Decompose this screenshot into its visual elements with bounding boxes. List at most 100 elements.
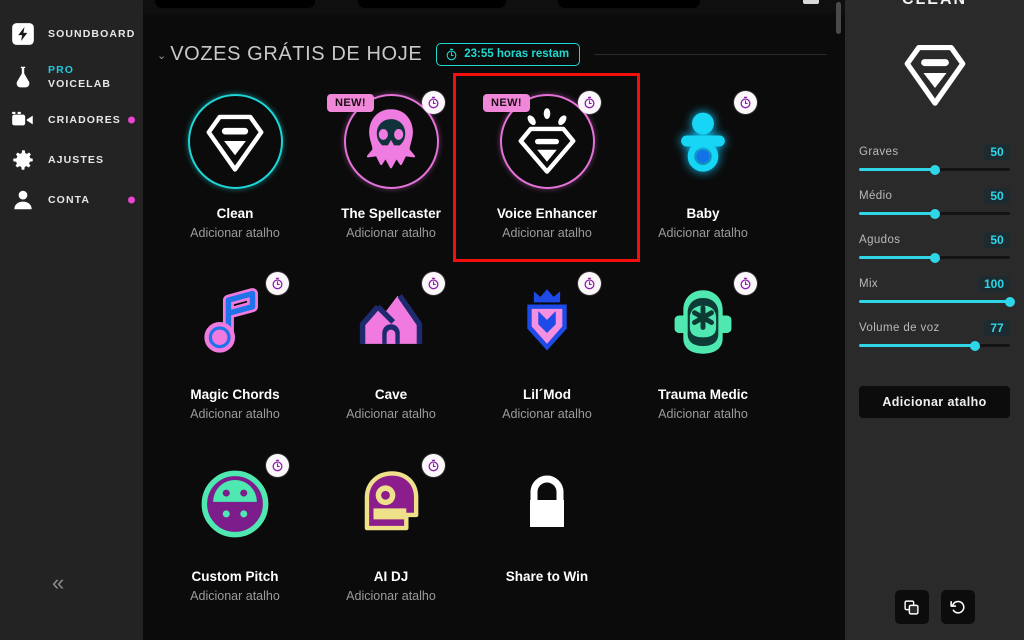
slider-label: Mix: [859, 278, 879, 290]
slider-knob[interactable]: [1005, 296, 1015, 307]
add-shortcut-button[interactable]: Adicionar atalho: [859, 386, 1010, 418]
timer-badge-icon[interactable]: [422, 91, 445, 114]
card-title: Trauma Medic: [657, 387, 749, 402]
slider-track[interactable]: [859, 296, 1015, 307]
sidebar-item-soundboard[interactable]: SOUNDBOARD: [0, 14, 143, 54]
sidebar-item-conta[interactable]: CONTA: [0, 180, 143, 220]
timer-badge-icon[interactable]: [578, 272, 601, 295]
slider-fill: [859, 256, 935, 259]
card-add-shortcut[interactable]: Adicionar atalho: [502, 407, 592, 421]
slider-knob[interactable]: [929, 164, 940, 175]
voice-card-baby[interactable]: Baby Adicionar atalho: [625, 78, 781, 259]
card-artwork: NEW!: [469, 78, 625, 204]
main-scrollbar[interactable]: [836, 0, 843, 640]
card-add-shortcut[interactable]: Adicionar atalho: [658, 407, 748, 421]
slider-value: 50: [984, 232, 1010, 248]
voice-card-voice-enhancer[interactable]: NEW! Voice Enhancer Adicionar atalho: [469, 78, 625, 259]
voice-settings-panel: CLEAN Graves 50 Médio: [845, 0, 1024, 640]
slider-label: Graves: [859, 146, 899, 158]
sidebar-item-label-pro: PRO VOICELAB: [48, 63, 111, 91]
voice-card-custom-pitch[interactable]: Custom Pitch Adicionar atalho: [157, 441, 313, 623]
stopwatch-icon: [428, 277, 439, 290]
voice-card-trauma-medic[interactable]: Trauma Medic Adicionar atalho: [625, 259, 781, 441]
card-add-shortcut[interactable]: Adicionar atalho: [190, 226, 280, 240]
card-title: Cave: [374, 387, 408, 402]
sidebar-collapse-button[interactable]: «: [52, 572, 64, 594]
card-add-shortcut[interactable]: Adicionar atalho: [502, 226, 592, 240]
card-add-shortcut[interactable]: Adicionar atalho: [190, 589, 280, 603]
voice-card-lil-mod[interactable]: Lil´Mod Adicionar atalho: [469, 259, 625, 441]
voice-card-clean[interactable]: Clean Adicionar atalho: [157, 78, 313, 259]
card-add-shortcut[interactable]: Adicionar atalho: [346, 589, 436, 603]
voice-card-share-to-win[interactable]: Share to Win: [469, 441, 625, 623]
new-badge: NEW!: [483, 94, 530, 112]
voice-card-the-spellcaster[interactable]: NEW! The Spellcaster Adicionar atalho: [313, 78, 469, 259]
slider-track[interactable]: [859, 164, 1010, 175]
sidebar-item-criadores[interactable]: CRIADORES: [0, 100, 143, 140]
dj-helmet-icon: [356, 469, 426, 539]
slider-knob[interactable]: [929, 252, 940, 263]
card-title: Clean: [216, 206, 254, 221]
slider-knob[interactable]: [970, 340, 981, 351]
stopwatch-icon: [584, 277, 595, 290]
card-add-shortcut[interactable]: Adicionar atalho: [346, 407, 436, 421]
slider-track[interactable]: [859, 208, 1010, 219]
slider-value: 77: [984, 320, 1010, 336]
sidebar-item-label: SOUNDBOARD: [48, 27, 136, 40]
card-artwork: [157, 259, 313, 385]
top-bar-pill-1[interactable]: [155, 0, 315, 8]
sidebar-item-pro-voicelab[interactable]: PRO VOICELAB: [0, 54, 143, 100]
skull-mask-icon: [356, 106, 426, 176]
diamond-spark-icon: [512, 106, 582, 176]
timer-badge-icon[interactable]: [734, 91, 757, 114]
reset-button[interactable]: [940, 590, 975, 624]
pro-badge-text: PRO: [48, 63, 75, 76]
chevron-down-icon[interactable]: ⌄: [157, 49, 166, 62]
copy-icon: [904, 599, 919, 615]
slider-track[interactable]: [859, 252, 1010, 263]
timer-text: 23:55 horas restam: [464, 48, 570, 60]
reset-icon: [950, 600, 965, 614]
card-add-shortcut[interactable]: Adicionar atalho: [658, 226, 748, 240]
slider-fill: [859, 344, 976, 347]
slider-label: Volume de voz: [859, 322, 940, 334]
slider-fill: [859, 168, 935, 171]
slider-track[interactable]: [859, 340, 1010, 351]
face-circle-icon: [200, 469, 270, 539]
stopwatch-icon: [428, 96, 439, 109]
voice-card-cave[interactable]: Cave Adicionar atalho: [313, 259, 469, 441]
voice-card-ai-dj[interactable]: AI DJ Adicionar atalho: [313, 441, 469, 623]
scrollbar-thumb[interactable]: [836, 2, 841, 34]
panel-footer: [845, 590, 1024, 624]
timer-badge-icon[interactable]: [266, 454, 289, 477]
stopwatch-icon: [740, 277, 751, 290]
top-bar-pill-3[interactable]: [558, 0, 700, 8]
sidebar-item-ajustes[interactable]: AJUSTES: [0, 140, 143, 180]
card-title: Baby: [686, 206, 720, 221]
voicelab-text: VOICELAB: [48, 78, 112, 90]
timer-badge-icon[interactable]: [266, 272, 289, 295]
flask-icon: [10, 64, 36, 90]
panel-title: CLEAN: [845, 0, 1024, 9]
free-voices-timer-badge: 23:55 horas restam: [436, 42, 581, 66]
card-add-shortcut[interactable]: Adicionar atalho: [346, 226, 436, 240]
slider-graves: Graves 50: [859, 144, 1010, 175]
panel-preview-artwork: [898, 36, 972, 110]
timer-badge-icon[interactable]: [734, 272, 757, 295]
copy-button[interactable]: [894, 590, 929, 624]
top-bar-pill-2[interactable]: [358, 0, 506, 8]
slider-header: Graves 50: [859, 144, 1010, 160]
eq-sliders: Graves 50 Médio 50 Agudos 50 Mix 100 Vol…: [859, 144, 1015, 351]
card-title: Lil´Mod: [523, 387, 571, 402]
slider-medio: Médio 50: [859, 188, 1010, 219]
timer-badge-icon[interactable]: [422, 272, 445, 295]
new-badge: NEW!: [327, 94, 374, 112]
slider-knob[interactable]: [929, 208, 940, 219]
pacifier-icon: [668, 106, 738, 176]
voice-card-magic-chords[interactable]: Magic Chords Adicionar atalho: [157, 259, 313, 441]
card-add-shortcut[interactable]: Adicionar atalho: [190, 407, 280, 421]
timer-badge-icon[interactable]: [422, 454, 445, 477]
top-bar-square-button[interactable]: [803, 0, 819, 4]
lock-icon: [521, 475, 573, 533]
timer-badge-icon[interactable]: [578, 91, 601, 114]
